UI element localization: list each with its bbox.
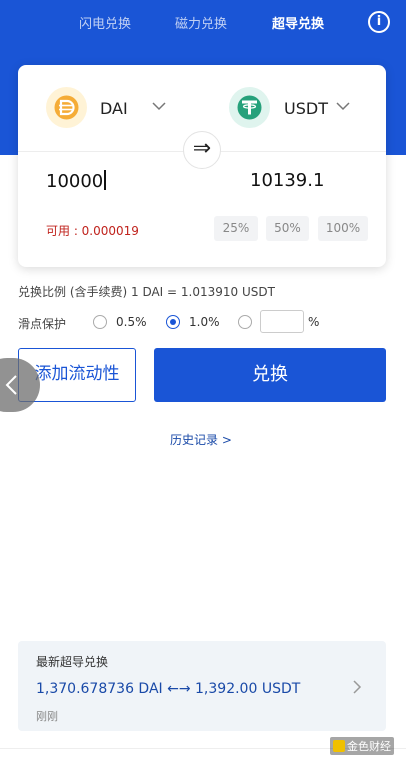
slippage-radio-custom[interactable] xyxy=(238,315,252,329)
percent-100-button[interactable]: 100% xyxy=(318,216,368,241)
to-token-name[interactable]: USDT xyxy=(284,99,328,118)
from-amount-value: 10000 xyxy=(46,171,104,192)
swap-direction-icon[interactable]: ⇒ xyxy=(183,131,221,169)
chevron-left-icon xyxy=(5,375,17,395)
slippage-custom-input[interactable] xyxy=(260,310,304,333)
latest-swap-title: 最新超导兑换 xyxy=(36,655,109,669)
from-amount-input[interactable]: 10000 xyxy=(46,170,107,192)
from-token-name[interactable]: DAI xyxy=(100,99,128,118)
slippage-option-1-0[interactable]: 1.0% xyxy=(189,315,220,329)
slippage-radio-1-0[interactable] xyxy=(166,315,180,329)
to-token-chevron-down-icon[interactable] xyxy=(336,101,350,111)
watermark-text: 金色财经 xyxy=(347,740,391,753)
tab-flash-swap[interactable]: 闪电兑换 xyxy=(79,13,131,32)
latest-swap-panel[interactable]: 最新超导兑换 1,370.678736 DAI ←→ 1,392.00 USDT… xyxy=(18,641,386,731)
exchange-rate: 兑换比例 (含手续费) 1 DAI = 1.013910 USDT xyxy=(18,285,275,299)
slippage-radio-0-5[interactable] xyxy=(93,315,107,329)
top-tabs: 闪电兑换 磁力兑换 超导兑换 i xyxy=(0,0,406,44)
percent-25-button[interactable]: 25% xyxy=(214,216,258,241)
from-token-chevron-down-icon[interactable] xyxy=(152,101,166,111)
swap-card: DAI USDT ⇒ 10000 10139.1 可用 : 0.000019 2… xyxy=(18,65,386,267)
info-icon[interactable]: i xyxy=(368,11,390,33)
latest-swap-transaction: 1,370.678736 DAI ←→ 1,392.00 USDT xyxy=(36,681,301,697)
slippage-percent-unit: % xyxy=(308,315,320,329)
swap-button[interactable]: 兑换 xyxy=(154,348,386,402)
text-caret xyxy=(104,170,107,190)
slippage-option-0-5[interactable]: 0.5% xyxy=(116,315,147,329)
tether-coin-icon[interactable] xyxy=(229,87,270,128)
watermark: 金色财经 xyxy=(330,737,394,755)
slippage-label: 滑点保护 xyxy=(18,317,67,331)
available-balance: 可用 : 0.000019 xyxy=(46,224,139,238)
tab-magnetic-swap[interactable]: 磁力兑换 xyxy=(175,13,227,32)
chevron-right-icon[interactable] xyxy=(352,679,362,695)
percent-50-button[interactable]: 50% xyxy=(266,216,309,241)
to-amount-value: 10139.1 xyxy=(250,170,325,191)
dai-coin-icon[interactable] xyxy=(46,87,87,128)
latest-swap-time: 刚刚 xyxy=(36,710,58,723)
watermark-logo-icon xyxy=(333,740,345,752)
tab-superconductor-swap[interactable]: 超导兑换 xyxy=(272,13,324,32)
history-link[interactable]: 历史记录 > xyxy=(170,431,232,448)
